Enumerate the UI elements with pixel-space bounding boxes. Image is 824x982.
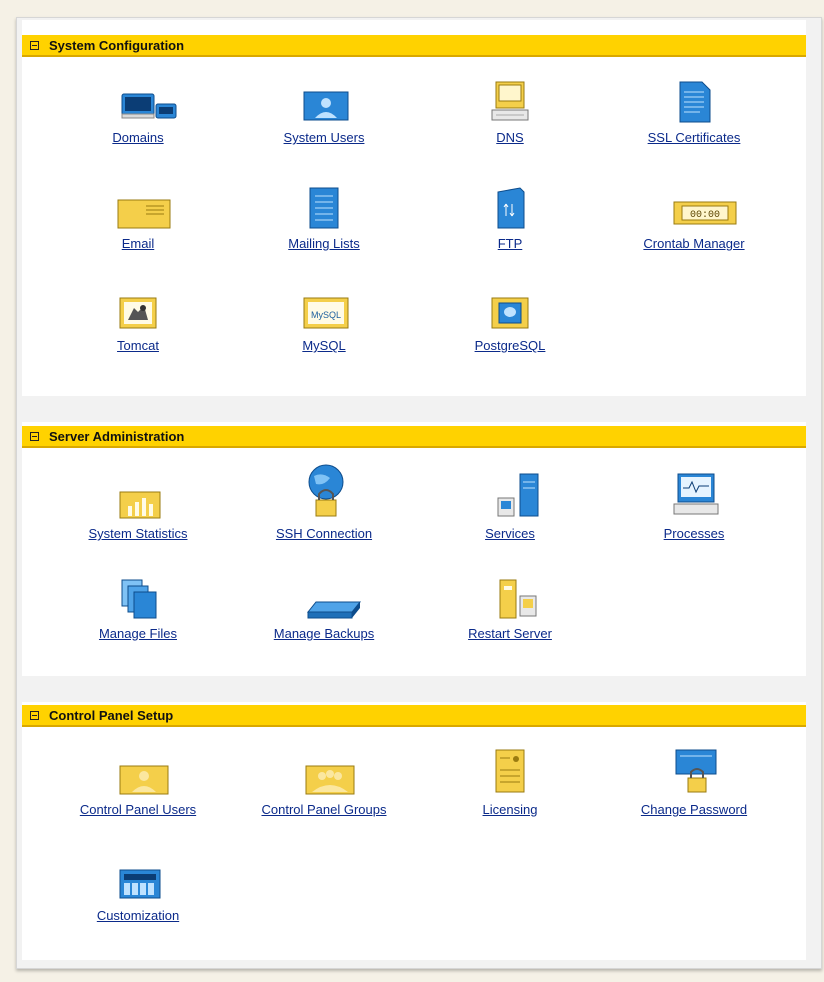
mailing-lists-icon — [302, 186, 346, 230]
item-processes[interactable]: Processes — [604, 470, 784, 543]
item-dns[interactable]: DNS — [420, 80, 600, 147]
item-label[interactable]: Manage Backups — [274, 626, 374, 641]
item-label[interactable]: Manage Files — [99, 626, 177, 641]
item-label[interactable]: Mailing Lists — [288, 236, 360, 251]
item-ssh-connection[interactable]: SSH Connection — [234, 462, 414, 543]
item-tomcat[interactable]: Tomcat — [48, 296, 228, 355]
mysql-icon: MySQL — [302, 296, 349, 332]
change-password-icon — [672, 748, 717, 796]
item-system-users[interactable]: System Users — [234, 88, 414, 147]
ftp-icon — [488, 186, 532, 230]
crontab-display-text: 00:00 — [690, 210, 720, 221]
processes-icon — [672, 470, 719, 520]
item-label[interactable]: Change Password — [641, 802, 747, 817]
item-services[interactable]: Services — [420, 470, 600, 543]
item-crontab-manager[interactable]: 00:00 Crontab Manager — [604, 194, 784, 253]
item-label[interactable]: PostgreSQL — [475, 338, 546, 353]
collapse-toggle-icon[interactable] — [30, 710, 39, 720]
section-title: Control Panel Setup — [49, 707, 174, 723]
item-ssl-certificates[interactable]: SSL Certificates — [604, 80, 784, 147]
item-system-statistics[interactable]: System Statistics — [48, 484, 228, 543]
licensing-icon — [488, 748, 532, 796]
item-email[interactable]: Email — [48, 194, 228, 253]
item-control-panel-users[interactable]: Control Panel Users — [48, 760, 228, 819]
dns-icon — [488, 80, 532, 124]
postgresql-icon — [488, 296, 532, 332]
item-label[interactable]: SSH Connection — [276, 526, 372, 541]
item-change-password[interactable]: Change Password — [604, 748, 784, 819]
item-label[interactable]: System Users — [284, 130, 365, 145]
item-label[interactable]: Customization — [97, 908, 179, 923]
item-label[interactable]: Tomcat — [117, 338, 159, 353]
tomcat-icon — [116, 296, 160, 332]
item-label[interactable]: Crontab Manager — [643, 236, 744, 251]
domains-icon — [116, 88, 177, 124]
item-label[interactable]: Restart Server — [468, 626, 552, 641]
crontab-manager-icon: 00:00 — [672, 194, 737, 230]
item-restart-server[interactable]: Restart Server — [420, 578, 600, 643]
item-label[interactable]: Processes — [664, 526, 725, 541]
item-ftp[interactable]: FTP — [420, 186, 600, 253]
item-label[interactable]: Control Panel Groups — [261, 802, 386, 817]
item-label[interactable]: Services — [485, 526, 535, 541]
ssh-connection-icon — [302, 462, 346, 520]
collapse-toggle-icon[interactable] — [30, 431, 39, 441]
section-title: Server Administration — [49, 428, 185, 444]
item-label[interactable]: Licensing — [483, 802, 538, 817]
section-separator — [22, 676, 806, 702]
item-mailing-lists[interactable]: Mailing Lists — [234, 186, 414, 253]
item-postgresql[interactable]: PostgreSQL — [420, 296, 600, 355]
section-separator — [22, 396, 806, 422]
section-header-server-administration[interactable]: Server Administration — [22, 426, 806, 448]
restart-server-icon — [488, 578, 537, 620]
item-label[interactable]: Domains — [112, 130, 163, 145]
item-label[interactable]: MySQL — [302, 338, 345, 353]
control-panel-groups-icon — [302, 760, 355, 796]
email-icon — [116, 194, 171, 230]
item-manage-backups[interactable]: Manage Backups — [234, 596, 414, 643]
section-title: System Configuration — [49, 37, 185, 53]
section-header-system-configuration[interactable]: System Configuration — [22, 35, 806, 57]
customization-icon — [116, 866, 161, 902]
item-label[interactable]: Control Panel Users — [80, 802, 196, 817]
manage-files-icon — [116, 578, 160, 620]
mysql-logo-text: MySQL — [311, 310, 341, 320]
services-icon — [488, 470, 539, 520]
collapse-toggle-icon[interactable] — [30, 40, 39, 50]
section-header-control-panel-setup[interactable]: Control Panel Setup — [22, 705, 806, 727]
item-label[interactable]: DNS — [496, 130, 523, 145]
item-domains[interactable]: Domains — [48, 88, 228, 147]
system-statistics-icon — [116, 484, 161, 520]
ssl-certificates-icon — [672, 80, 716, 124]
item-licensing[interactable]: Licensing — [420, 748, 600, 819]
control-panel-users-icon — [116, 760, 169, 796]
manage-backups-icon — [302, 596, 362, 620]
item-label[interactable]: SSL Certificates — [648, 130, 741, 145]
item-manage-files[interactable]: Manage Files — [48, 578, 228, 643]
item-label[interactable]: Email — [122, 236, 155, 251]
item-label[interactable]: FTP — [498, 236, 523, 251]
item-mysql[interactable]: MySQL MySQL — [234, 296, 414, 355]
item-control-panel-groups[interactable]: Control Panel Groups — [234, 760, 414, 819]
system-users-icon — [302, 88, 349, 124]
item-label[interactable]: System Statistics — [89, 526, 188, 541]
item-customization[interactable]: Customization — [48, 866, 228, 925]
